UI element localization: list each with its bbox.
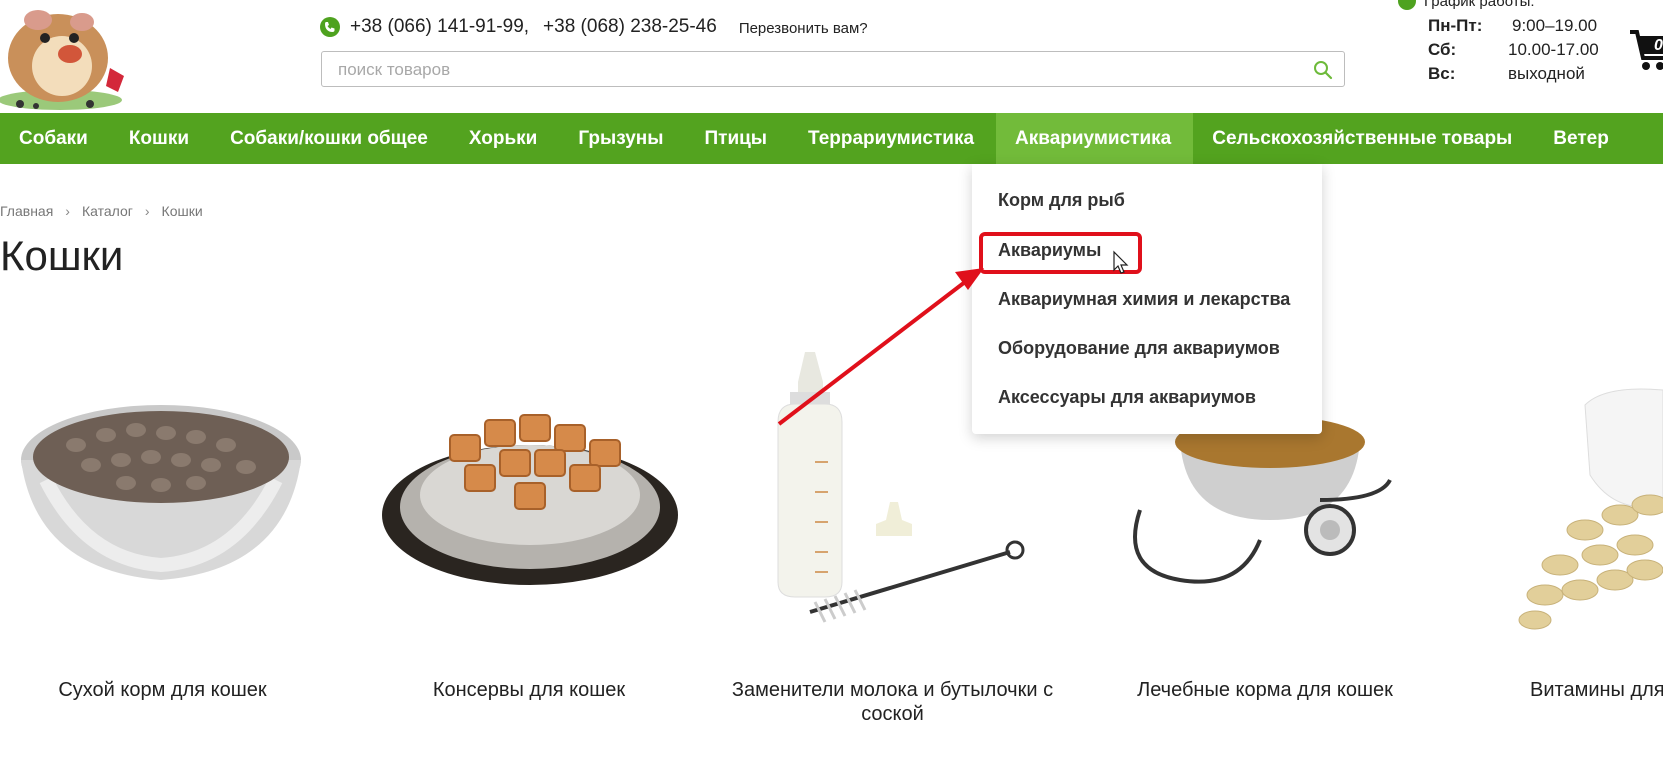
schedule-title: График работы: xyxy=(1398,0,1535,10)
schedule-row: Вс: выходной xyxy=(1428,64,1585,83)
nav-item-agriculture[interactable]: Сельскохозяйственные товары xyxy=(1193,113,1534,164)
nav-item-ferrets[interactable]: Хорьки xyxy=(450,113,560,164)
phone-block: +38 (066) 141-91-99, +38 (068) 238-25-46… xyxy=(320,14,868,40)
nav-item-dogs[interactable]: Собаки xyxy=(0,113,110,164)
product-name[interactable]: Сухой корм для кошек xyxy=(20,678,305,702)
phone-number-2[interactable]: +38 (068) 238-25-46 xyxy=(543,16,717,38)
search-icon[interactable] xyxy=(1312,59,1334,81)
phone-icon xyxy=(320,17,340,37)
search-box[interactable] xyxy=(321,51,1345,88)
dropdown-item-fish-food[interactable]: Корм для рыб xyxy=(998,190,1125,211)
callback-link[interactable]: Перезвонить вам? xyxy=(739,20,868,37)
nav-item-rodents[interactable]: Грызуны xyxy=(559,113,685,164)
phone-number-1[interactable]: +38 (066) 141-91-99, xyxy=(350,16,529,38)
breadcrumb-current: Кошки xyxy=(161,203,203,219)
search-input[interactable] xyxy=(336,52,1300,88)
nav-item-cats[interactable]: Кошки xyxy=(110,113,211,164)
cart-count: 0 xyxy=(1654,37,1663,54)
product-name[interactable]: Заменители молока и бутылочки с соской xyxy=(720,678,1065,726)
nav-item-terrarium[interactable]: Террариумистика xyxy=(789,113,996,164)
chevron-right-icon: › xyxy=(144,203,150,219)
clock-icon xyxy=(1398,0,1416,10)
nav-item-vet[interactable]: Ветер xyxy=(1534,113,1631,164)
vet-food-bowl-image[interactable] xyxy=(1120,420,1410,595)
product-name[interactable]: Лечебные корма для кошек xyxy=(1120,678,1410,702)
aquarium-dropdown-menu: Корм для рыб Аквариумы Аквариумная химия… xyxy=(972,164,1322,434)
breadcrumb-catalog[interactable]: Каталог xyxy=(82,203,133,219)
chevron-right-icon: › xyxy=(65,203,70,219)
dropdown-item-aquarium-equipment[interactable]: Оборудование для аквариумов xyxy=(998,338,1280,359)
nav-item-dogs-cats[interactable]: Собаки/кошки общее xyxy=(211,113,450,164)
main-nav: Собаки Кошки Собаки/кошки общее Хорьки Г… xyxy=(0,113,1663,164)
nav-item-birds[interactable]: Птицы xyxy=(685,113,789,164)
dropdown-item-aquarium-chemistry[interactable]: Аквариумная химия и лекарства xyxy=(998,289,1290,310)
product-name[interactable]: Витамины для xyxy=(1530,678,1663,702)
schedule-row: Сб: 10.00-17.00 xyxy=(1428,40,1599,59)
dropdown-item-aquariums[interactable]: Аквариумы xyxy=(998,240,1101,261)
vitamins-jar-image[interactable] xyxy=(1505,365,1663,635)
dry-food-bowl-image[interactable] xyxy=(16,385,306,595)
cart-icon[interactable]: 0 xyxy=(1628,24,1663,76)
canned-food-bowl-image[interactable] xyxy=(380,395,680,595)
nav-item-aquarium[interactable]: Аквариумистика xyxy=(996,113,1194,164)
page-title: Кошки xyxy=(0,232,124,279)
dropdown-item-aquarium-accessories[interactable]: Аксессуары для аквариумов xyxy=(998,387,1256,408)
breadcrumb: Главная › Каталог › Кошки xyxy=(0,203,203,219)
breadcrumb-home[interactable]: Главная xyxy=(0,203,53,219)
product-name[interactable]: Консервы для кошек xyxy=(385,678,673,702)
schedule-row: Пн-Пт: 9:00–19.00 xyxy=(1428,16,1598,35)
hamster-logo[interactable] xyxy=(0,0,135,112)
